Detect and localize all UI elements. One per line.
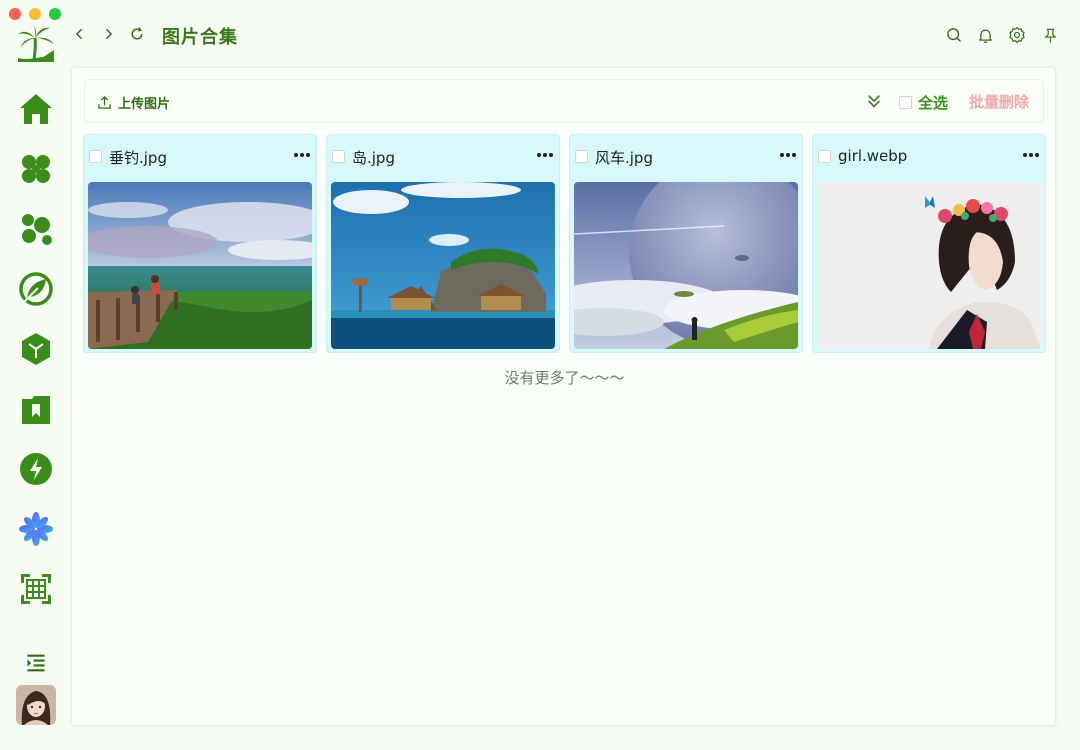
- page-title: 图片合集: [162, 27, 238, 48]
- search-icon: [947, 28, 962, 43]
- image-select-checkbox[interactable]: [575, 150, 588, 163]
- toolbar: 上传图片 全选 批量删除: [84, 79, 1044, 123]
- bookmark-folder-icon: [22, 396, 50, 424]
- no-more-text: 没有更多了～～～: [504, 369, 625, 387]
- expand-toggle-button[interactable]: [865, 92, 885, 112]
- sidebar-item-home[interactable]: [16, 89, 56, 129]
- sidebar-item-leaf[interactable]: [16, 269, 56, 309]
- image-filename: 风车.jpg: [595, 149, 653, 167]
- upload-image-button[interactable]: 上传图片: [97, 92, 170, 112]
- more-options-button[interactable]: [1022, 145, 1040, 165]
- image-card: girl.webp: [812, 134, 1046, 353]
- palm-tree-logo-icon: [14, 22, 58, 66]
- app-window: 图片合集 上传图片 全选 批量删除 垂钓.jpg 岛.jpg 风车.jpg gi…: [0, 0, 1080, 750]
- image-card-header: 岛.jpg: [327, 135, 559, 179]
- select-all-checkbox[interactable]: 全选: [899, 91, 948, 113]
- sidebar-item-apps[interactable]: [16, 149, 56, 189]
- chevron-right-icon: [105, 28, 113, 40]
- image-thumbnail[interactable]: [331, 182, 555, 349]
- refresh-button[interactable]: [127, 24, 147, 44]
- forward-button[interactable]: [98, 24, 118, 44]
- sidebar-item-lightning[interactable]: [16, 449, 56, 489]
- sidebar-item-flower[interactable]: [16, 509, 56, 549]
- sidebar-item-bubbles[interactable]: [16, 209, 56, 249]
- select-all-label: 全选: [918, 93, 949, 112]
- batch-delete-button[interactable]: 批量删除: [969, 91, 1029, 113]
- sidebar-item-grid[interactable]: [16, 569, 56, 609]
- image-card: 风车.jpg: [569, 134, 803, 353]
- clover-icon: [22, 155, 50, 183]
- cube-icon: [22, 333, 50, 365]
- leaf-icon: [19, 272, 53, 306]
- sidebar: [0, 0, 70, 750]
- more-options-button[interactable]: [293, 145, 311, 165]
- menu-indent-icon: [27, 654, 45, 672]
- image-card-header: girl.webp: [813, 135, 1045, 179]
- chevron-left-icon: [75, 28, 83, 40]
- upload-label: 上传图片: [118, 96, 171, 112]
- more-options-button[interactable]: [779, 145, 797, 165]
- image-card-header: 垂钓.jpg: [84, 135, 316, 179]
- flower-icon: [19, 512, 53, 546]
- image-select-checkbox[interactable]: [332, 150, 345, 163]
- image-thumbnail[interactable]: [817, 182, 1041, 349]
- sidebar-collapse-button[interactable]: [16, 643, 56, 683]
- sidebar-item-bookmarks[interactable]: [16, 389, 56, 429]
- search-button[interactable]: [943, 24, 965, 46]
- gear-icon: [1009, 26, 1025, 44]
- pin-icon: [1043, 28, 1057, 42]
- sidebar-item-cube[interactable]: [16, 329, 56, 369]
- image-filename: 岛.jpg: [352, 149, 395, 167]
- image-select-checkbox[interactable]: [89, 150, 102, 163]
- image-select-checkbox[interactable]: [818, 150, 831, 163]
- refresh-icon: [131, 27, 143, 40]
- double-chevron-down-icon: [868, 95, 880, 108]
- image-card-header: 风车.jpg: [570, 135, 802, 179]
- back-button[interactable]: [70, 24, 90, 44]
- main-panel: 上传图片 全选 批量删除 垂钓.jpg 岛.jpg 风车.jpg girl.we…: [71, 67, 1056, 726]
- lightning-icon: [20, 453, 52, 485]
- upload-icon: [98, 95, 111, 109]
- image-filename: 垂钓.jpg: [109, 149, 167, 167]
- home-icon: [20, 94, 52, 124]
- image-card: 垂钓.jpg: [83, 134, 317, 353]
- more-options-button[interactable]: [536, 145, 554, 165]
- avatar[interactable]: [16, 685, 56, 725]
- image-card: 岛.jpg: [326, 134, 560, 353]
- image-filename: girl.webp: [838, 147, 908, 165]
- bubbles-icon: [22, 214, 52, 245]
- pin-button[interactable]: [1039, 24, 1061, 46]
- settings-button[interactable]: [1006, 24, 1028, 46]
- notifications-button[interactable]: [974, 24, 996, 46]
- select-all-box[interactable]: [899, 95, 912, 109]
- image-thumbnail[interactable]: [574, 182, 798, 349]
- topbar: 图片合集: [70, 20, 1080, 52]
- image-thumbnail[interactable]: [88, 182, 312, 349]
- bell-icon: [978, 29, 992, 43]
- grid-icon: [21, 574, 51, 604]
